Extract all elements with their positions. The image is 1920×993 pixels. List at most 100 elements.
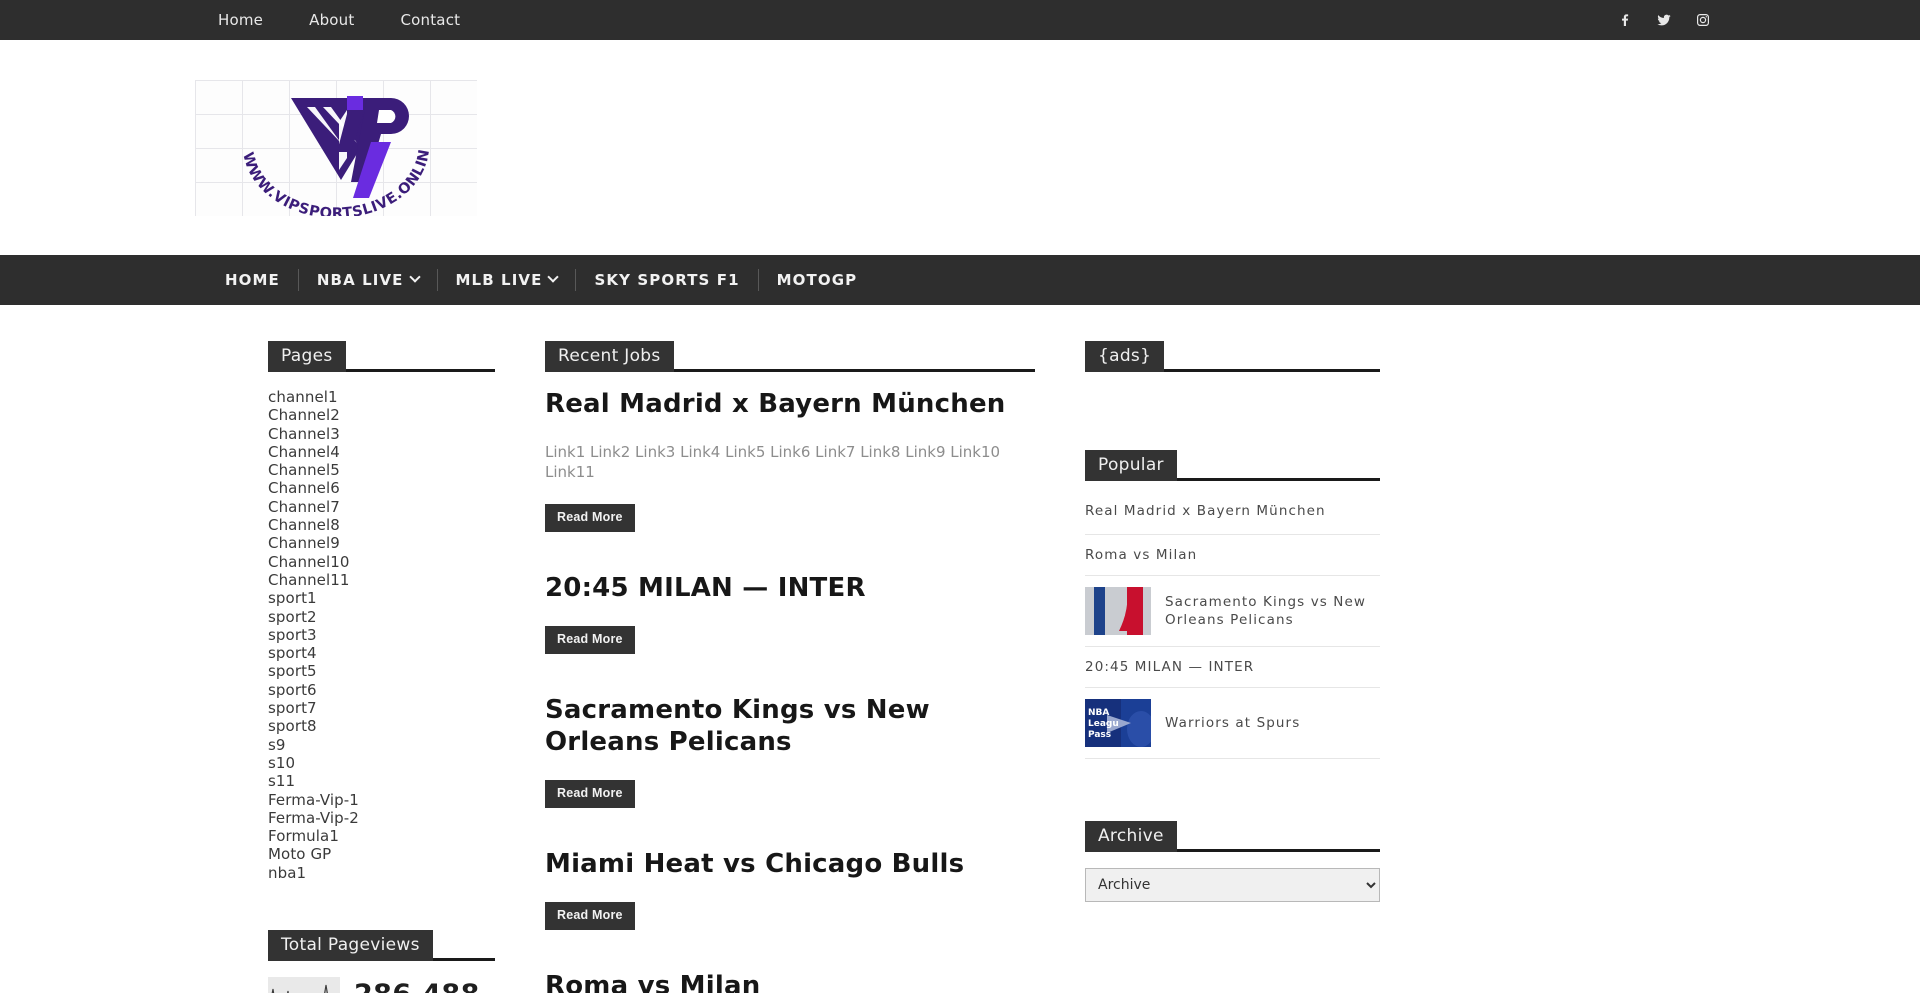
nav-item-motogp[interactable]: MOTOGP (759, 269, 876, 291)
list-item[interactable]: Moto GP (268, 845, 495, 863)
pageviews-title-label: Total Pageviews (268, 930, 433, 962)
popular-item-title: Sacramento Kings vs New Orleans Pelicans (1165, 594, 1367, 628)
list-item[interactable]: NBA Leagu Pass Warriors at Spurs (1085, 688, 1380, 759)
list-item[interactable]: Channel2 (268, 406, 495, 424)
read-more-button[interactable]: Read More (545, 626, 635, 654)
list-item[interactable]: sport5 (268, 662, 495, 680)
list-item[interactable]: sport2 (268, 608, 495, 626)
twitter-icon[interactable] (1655, 12, 1672, 29)
list-item[interactable]: Channel8 (268, 516, 495, 534)
pageviews-widget: 286,488 (268, 977, 495, 993)
list-item[interactable]: Channel10 (268, 553, 495, 571)
list-item[interactable]: Roma vs Milan (1085, 535, 1380, 576)
post-title[interactable]: Miami Heat vs Chicago Bulls (545, 848, 1035, 880)
left-sidebar: Pages channel1 Channel2 Channel3 Channel… (195, 341, 515, 993)
svg-text:NBA: NBA (1088, 708, 1109, 718)
list-item[interactable]: sport8 (268, 717, 495, 735)
nav-label-motogp: MOTOGP (776, 271, 858, 289)
list-item[interactable]: Channel3 (268, 425, 495, 443)
list-item[interactable]: sport6 (268, 681, 495, 699)
popular-list: Real Madrid x Bayern München Roma vs Mil… (1085, 497, 1380, 759)
popular-item-title: Real Madrid x Bayern München (1085, 503, 1326, 519)
facebook-icon[interactable] (1616, 12, 1633, 29)
post-title[interactable]: Sacramento Kings vs New Orleans Pelicans (545, 694, 1035, 758)
popular-title-label: Popular (1085, 450, 1177, 481)
topnav-item-home[interactable]: Home (195, 11, 286, 29)
nav-label-nba-live: NBA LIVE (316, 271, 404, 289)
archive-select[interactable]: Archive (1085, 868, 1380, 902)
list-item[interactable]: Real Madrid x Bayern München (1085, 497, 1380, 535)
list-item[interactable]: Channel5 (268, 461, 495, 479)
ads-title-label: {ads} (1085, 341, 1165, 372)
nav-label-home: HOME (225, 271, 280, 289)
main-navigation: HOME NBA LIVE MLB LIVE SKY SPORTS F1 MOT… (0, 255, 1920, 305)
pages-list: channel1 Channel2 Channel3 Channel4 Chan… (268, 388, 495, 882)
read-more-button[interactable]: Read More (545, 504, 635, 532)
list-item[interactable]: sport1 (268, 589, 495, 607)
nba-league-pass-thumbnail: NBA Leagu Pass (1085, 699, 1151, 747)
list-item[interactable]: channel1 (268, 388, 495, 406)
widget-title-pages: Pages (268, 341, 495, 372)
topnav-item-contact[interactable]: Contact (377, 11, 483, 29)
nav-label-sky-sports-f1: SKY SPORTS F1 (594, 271, 740, 289)
list-item[interactable]: Formula1 (268, 827, 495, 845)
vip-logo-graphic: WWW.VIPSPORTSLIVE.ONLINE (195, 80, 433, 216)
post-title[interactable]: 20:45 MILAN — INTER (545, 572, 1035, 604)
widget-title-popular: Popular (1085, 450, 1380, 481)
widget-title-archive: Archive (1085, 821, 1380, 852)
topnav-item-about[interactable]: About (286, 11, 377, 29)
list-item[interactable]: sport4 (268, 644, 495, 662)
pageviews-sparkline-chart (268, 977, 340, 993)
post-item: Real Madrid x Bayern München Link1 Link2… (545, 388, 1035, 532)
top-navigation: Home About Contact (195, 11, 483, 29)
nav-item-home[interactable]: HOME (207, 269, 299, 291)
popular-item-title: Roma vs Milan (1085, 547, 1198, 563)
list-item[interactable]: 20:45 MILAN — INTER (1085, 647, 1380, 688)
post-title[interactable]: Real Madrid x Bayern München (545, 388, 1035, 420)
list-item[interactable]: nba1 (268, 864, 495, 882)
post-title[interactable]: Roma vs Milan (545, 970, 1035, 993)
chevron-down-icon (547, 271, 560, 283)
read-more-button[interactable]: Read More (545, 780, 635, 808)
right-sidebar: {ads} Popular Real Madrid x Bayern Münch… (1060, 341, 1380, 993)
widget-title-recent-jobs: Recent Jobs (545, 341, 1035, 372)
list-item[interactable]: Channel7 (268, 498, 495, 516)
list-item[interactable]: s9 (268, 736, 495, 754)
read-more-button[interactable]: Read More (545, 902, 635, 930)
recent-jobs-title-label: Recent Jobs (545, 341, 674, 372)
ads-placeholder (1085, 388, 1380, 450)
widget-title-total-pageviews: Total Pageviews (268, 930, 495, 962)
list-item[interactable]: Channel4 (268, 443, 495, 461)
list-item[interactable]: Sacramento Kings vs New Orleans Pelicans (1085, 576, 1380, 647)
list-item[interactable]: Channel6 (268, 479, 495, 497)
svg-text:Leagu: Leagu (1088, 719, 1119, 729)
pageviews-count: 286,488 (354, 979, 480, 993)
widget-title-ads: {ads} (1085, 341, 1380, 372)
list-item[interactable]: Channel9 (268, 534, 495, 552)
list-item[interactable]: Ferma-Vip-2 (268, 809, 495, 827)
chevron-down-icon (408, 271, 421, 283)
list-item[interactable]: Channel11 (268, 571, 495, 589)
post-item: Sacramento Kings vs New Orleans Pelicans… (545, 694, 1035, 808)
nav-item-sky-sports-f1[interactable]: SKY SPORTS F1 (576, 269, 759, 291)
post-item: Roma vs Milan Read More (545, 970, 1035, 993)
nba-logo-thumbnail (1085, 587, 1151, 635)
main-content: Recent Jobs Real Madrid x Bayern München… (515, 341, 1060, 993)
list-item[interactable]: s10 (268, 754, 495, 772)
instagram-icon[interactable] (1694, 12, 1711, 29)
post-item: 20:45 MILAN — INTER Read More (545, 572, 1035, 654)
post-links[interactable]: Link1 Link2 Link3 Link4 Link5 Link6 Link… (545, 442, 1035, 482)
list-item[interactable]: sport3 (268, 626, 495, 644)
list-item[interactable]: Ferma-Vip-1 (268, 791, 495, 809)
social-links (1616, 12, 1725, 29)
nav-item-nba-live[interactable]: NBA LIVE (299, 269, 438, 291)
nav-item-mlb-live[interactable]: MLB LIVE (438, 269, 577, 291)
list-item[interactable]: sport7 (268, 699, 495, 717)
list-item[interactable]: s11 (268, 772, 495, 790)
logo-band: WWW.VIPSPORTSLIVE.ONLINE (0, 40, 1920, 255)
site-logo[interactable]: WWW.VIPSPORTSLIVE.ONLINE (195, 79, 477, 216)
